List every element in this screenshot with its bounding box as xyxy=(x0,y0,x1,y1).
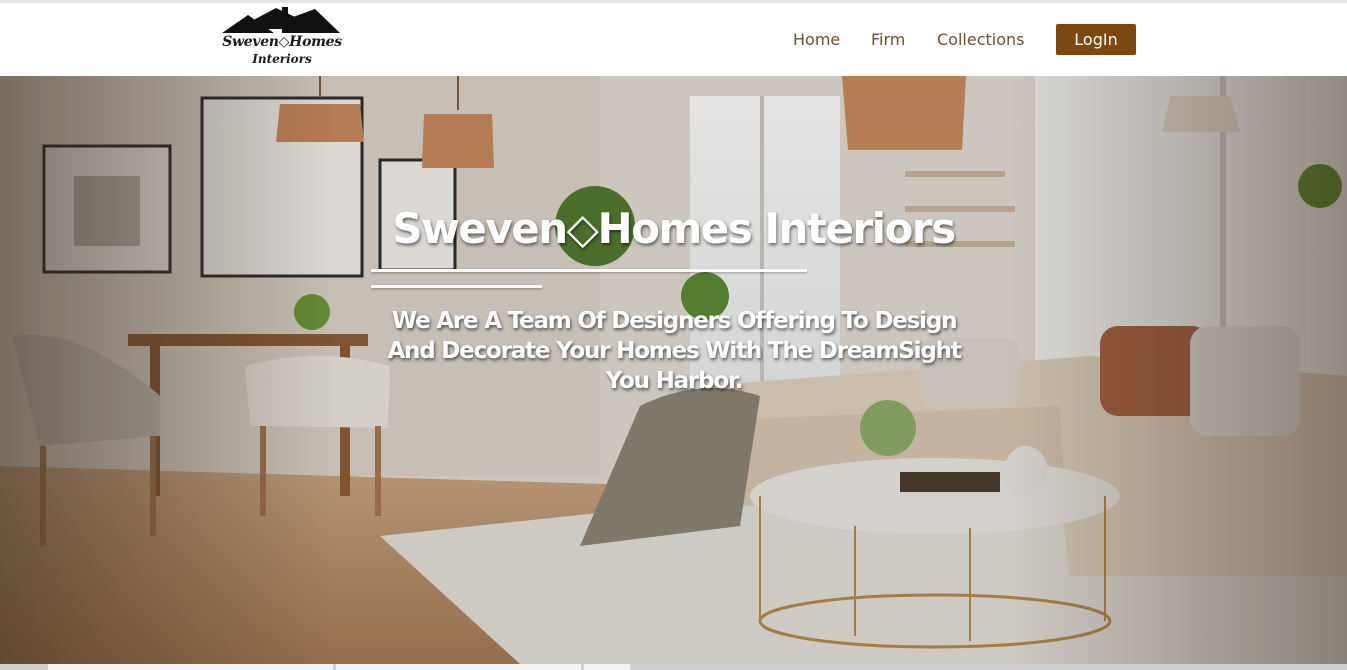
logo-text-top: Sweven◇Homes xyxy=(222,34,342,50)
hero-title: Sweven◇Homes Interiors xyxy=(392,204,956,253)
nav-link-collections[interactable]: Collections xyxy=(937,30,1024,49)
site-logo[interactable]: Sweven◇Homes Interiors xyxy=(218,7,346,71)
nav-link-home[interactable]: Home xyxy=(793,30,840,49)
logo-text-bottom: Interiors xyxy=(252,52,312,66)
bottom-edge-segment xyxy=(584,664,630,670)
hero-divider-short xyxy=(371,285,542,288)
hero-divider-long xyxy=(371,269,807,272)
nav-link-firm[interactable]: Firm xyxy=(871,30,905,49)
bottom-edge-segment xyxy=(336,664,581,670)
bottom-edge-segment xyxy=(48,664,333,670)
hero-banner: Sweven◇Homes Interiors We Are A Team Of … xyxy=(0,76,1347,664)
login-button[interactable]: LogIn xyxy=(1056,24,1136,55)
navbar: Sweven◇Homes Interiors Home Firm Collect… xyxy=(0,3,1347,76)
hero-tagline: We Are A Team Of Designers Offering To D… xyxy=(387,308,961,394)
bottom-edge xyxy=(0,664,1347,670)
